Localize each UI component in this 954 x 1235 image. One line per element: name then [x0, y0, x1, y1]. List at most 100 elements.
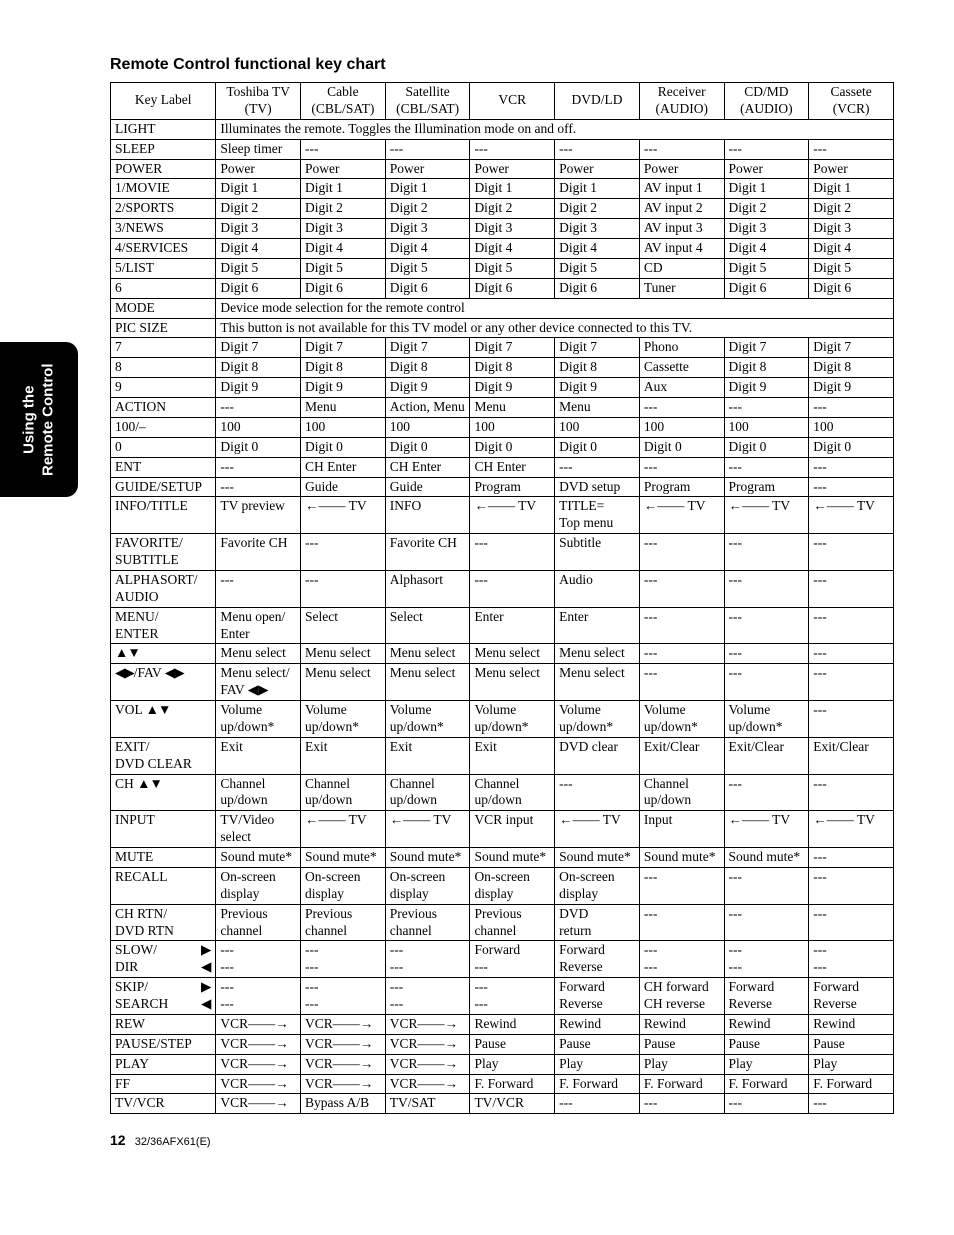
- data-cell: Digit 7: [809, 338, 894, 358]
- data-cell: Exit/Clear: [809, 737, 894, 774]
- data-cell: Menu select: [385, 664, 470, 701]
- data-cell: Power: [385, 159, 470, 179]
- key-label-cell: ALPHASORT/AUDIO: [111, 570, 216, 607]
- data-cell: Digit 7: [216, 338, 301, 358]
- key-label-cell: RECALL: [111, 867, 216, 904]
- data-cell: TV/VCR: [470, 1094, 555, 1114]
- data-cell: VCR——→: [385, 1014, 470, 1034]
- data-cell: Digit 0: [301, 437, 386, 457]
- data-cell: Previouschannel: [470, 904, 555, 941]
- data-cell: ---: [724, 457, 809, 477]
- key-label-cell: POWER: [111, 159, 216, 179]
- data-cell: Digit 3: [470, 219, 555, 239]
- data-cell: Digit 0: [385, 437, 470, 457]
- data-cell: Digit 1: [809, 179, 894, 199]
- data-cell: Digit 6: [555, 278, 640, 298]
- table-row: 1/MOVIEDigit 1Digit 1Digit 1Digit 1Digit…: [111, 179, 894, 199]
- span-cell: This button is not available for this TV…: [216, 318, 894, 338]
- page-title: Remote Control functional key chart: [110, 56, 894, 74]
- data-cell: Favorite CH: [216, 534, 301, 571]
- table-row: FAVORITE/SUBTITLEFavorite CH---Favorite …: [111, 534, 894, 571]
- data-cell: ---: [724, 664, 809, 701]
- data-cell: Select: [385, 607, 470, 644]
- data-cell: ---: [809, 644, 894, 664]
- data-cell: VCR——→: [301, 1034, 386, 1054]
- data-cell: Digit 8: [301, 358, 386, 378]
- key-label-cell: 6: [111, 278, 216, 298]
- key-label-cell: SKIP/▶SEARCH◀: [111, 978, 216, 1015]
- data-cell: Digit 5: [809, 258, 894, 278]
- data-cell: ---: [301, 570, 386, 607]
- table-row: 5/LISTDigit 5Digit 5Digit 5Digit 5Digit …: [111, 258, 894, 278]
- data-cell: Cassette: [639, 358, 724, 378]
- data-cell: Digit 3: [555, 219, 640, 239]
- data-cell: Digit 9: [555, 378, 640, 398]
- table-row: 4/SERVICESDigit 4Digit 4Digit 4Digit 4Di…: [111, 239, 894, 259]
- data-cell: ←—— TV: [639, 497, 724, 534]
- data-cell: Digit 4: [809, 239, 894, 259]
- header-device: Receiver(AUDIO): [639, 83, 724, 120]
- data-cell: Digit 2: [385, 199, 470, 219]
- data-cell: AV input 2: [639, 199, 724, 219]
- data-cell: Pause: [555, 1034, 640, 1054]
- data-cell: Digit 6: [385, 278, 470, 298]
- header-device: CD/MD(AUDIO): [724, 83, 809, 120]
- data-cell: VCR——→: [301, 1074, 386, 1094]
- data-cell: DVD setup: [555, 477, 640, 497]
- data-cell: Digit 1: [555, 179, 640, 199]
- data-cell: ---: [724, 644, 809, 664]
- data-cell: F. Forward: [639, 1074, 724, 1094]
- span-cell: Device mode selection for the remote con…: [216, 298, 894, 318]
- table-body: LIGHTIlluminates the remote. Toggles the…: [111, 119, 894, 1114]
- table-row: 3/NEWSDigit 3Digit 3Digit 3Digit 3Digit …: [111, 219, 894, 239]
- data-cell: Channelup/down: [470, 774, 555, 811]
- data-cell: Digit 4: [470, 239, 555, 259]
- key-label-cell: ACTION: [111, 398, 216, 418]
- data-cell: ---: [216, 477, 301, 497]
- data-cell: Menu open/Enter: [216, 607, 301, 644]
- table-head: Key LabelToshiba TV(TV)Cable(CBL/SAT)Sat…: [111, 83, 894, 120]
- data-cell: 100: [639, 417, 724, 437]
- key-label-cell: REW: [111, 1014, 216, 1034]
- table-row: CH RTN/DVD RTNPreviouschannelPreviouscha…: [111, 904, 894, 941]
- data-cell: ---: [639, 607, 724, 644]
- data-cell: Menu select: [216, 644, 301, 664]
- data-cell: ←—— TV: [555, 811, 640, 848]
- data-cell: ---: [724, 139, 809, 159]
- page-number: 12: [110, 1132, 126, 1148]
- data-cell: Digit 9: [724, 378, 809, 398]
- data-cell: Digit 3: [724, 219, 809, 239]
- data-cell: Forward---: [470, 941, 555, 978]
- data-cell: ---: [809, 534, 894, 571]
- data-cell: Power: [216, 159, 301, 179]
- data-cell: Play: [809, 1054, 894, 1074]
- table-row: PAUSE/STEPVCR——→VCR——→VCR——→PausePausePa…: [111, 1034, 894, 1054]
- data-cell: Aux: [639, 378, 724, 398]
- data-cell: VCR——→: [301, 1054, 386, 1074]
- data-cell: Channelup/down: [216, 774, 301, 811]
- table-row: PLAYVCR——→VCR——→VCR——→PlayPlayPlayPlayPl…: [111, 1054, 894, 1074]
- data-cell: ---: [301, 139, 386, 159]
- table-row: SLEEPSleep timer---------------------: [111, 139, 894, 159]
- data-cell: AV input 1: [639, 179, 724, 199]
- data-cell: ---: [639, 534, 724, 571]
- data-cell: Digit 0: [555, 437, 640, 457]
- data-cell: TITLE=Top menu: [555, 497, 640, 534]
- data-cell: Rewind: [470, 1014, 555, 1034]
- data-cell: Digit 3: [216, 219, 301, 239]
- data-cell: On-screendisplay: [216, 867, 301, 904]
- data-cell: Guide: [301, 477, 386, 497]
- table-row: ACTION---MenuAction, MenuMenuMenu-------…: [111, 398, 894, 418]
- data-cell: Volumeup/down*: [555, 701, 640, 738]
- table-row: FFVCR——→VCR——→VCR——→F. ForwardF. Forward…: [111, 1074, 894, 1094]
- data-cell: Digit 3: [301, 219, 386, 239]
- header-device: Cassete(VCR): [809, 83, 894, 120]
- data-cell: Volumeup/down*: [385, 701, 470, 738]
- side-tab: Using the Remote Control: [0, 342, 78, 497]
- data-cell: ←—— TV: [301, 811, 386, 848]
- data-cell: Sound mute*: [639, 848, 724, 868]
- data-cell: ---: [809, 1094, 894, 1114]
- data-cell: Volumeup/down*: [216, 701, 301, 738]
- data-cell: ---: [555, 1094, 640, 1114]
- data-cell: Guide: [385, 477, 470, 497]
